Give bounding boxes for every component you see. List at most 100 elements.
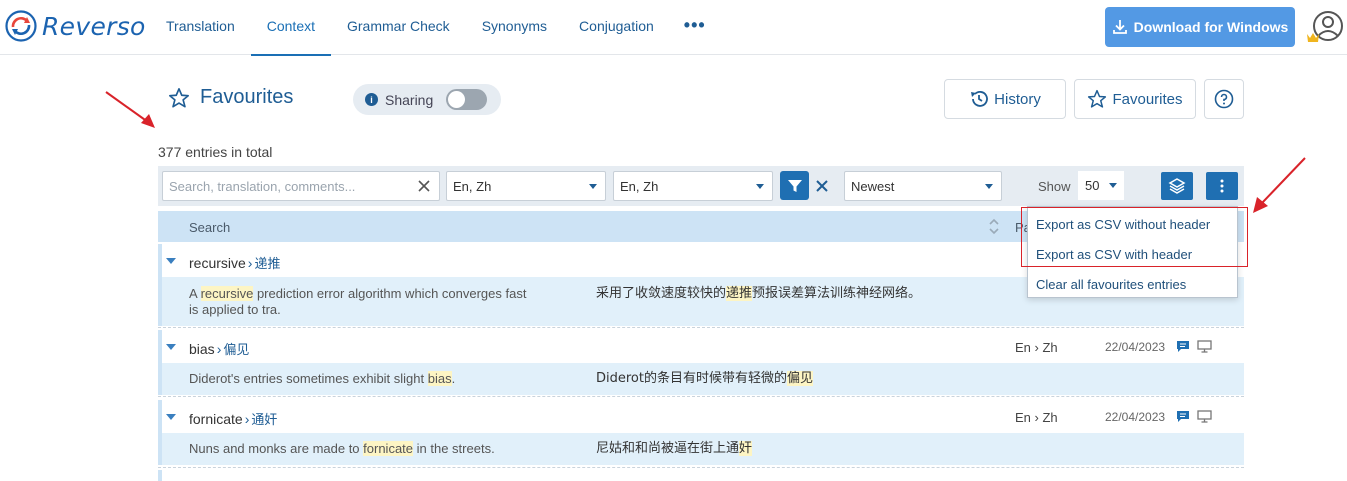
close-icon[interactable] — [816, 180, 828, 192]
download-icon — [1112, 20, 1127, 34]
sort-select-value: Newest — [851, 178, 895, 194]
term-word: recursive — [189, 255, 246, 271]
search-input[interactable]: Search, translation, comments... — [162, 171, 440, 201]
screen-icon — [1197, 410, 1212, 423]
tgt-text: 尼姑和和尚被逼在街上通 — [596, 441, 740, 456]
target-sentence: 采用了收敛速度较快的递推预报误差算法训练神经网络。 — [596, 286, 921, 302]
reverso-logo[interactable]: Reverso — [5, 10, 146, 42]
column-header-search[interactable]: Search — [189, 220, 230, 235]
filter-button[interactable] — [780, 171, 809, 200]
nav-synonyms[interactable]: Synonyms — [466, 0, 563, 55]
tgt-text: 预报误差算法训练神经网络。 — [752, 286, 922, 301]
help-icon — [1214, 89, 1234, 109]
language-select-2-value: En, Zh — [620, 178, 659, 194]
date: 22/04/2023 — [1105, 340, 1166, 354]
source-sentence: A recursive prediction error algorithm w… — [189, 286, 589, 318]
sort-icon[interactable] — [988, 217, 1000, 236]
top-navigation-bar: Reverso Translation Context Grammar Chec… — [0, 0, 1347, 56]
term: bias › 偏见 — [189, 341, 250, 358]
layers-icon — [1168, 178, 1186, 194]
src-text: is applied to tra. — [189, 302, 281, 317]
target-sentence: Diderot的条目有时候带有轻微的偏见 — [596, 371, 813, 387]
table-row: fornicate › 通奸 En › Zh 22/04/2023 Nuns and… — [158, 400, 1244, 465]
filter-bar: Search, translation, comments... En, Zh … — [158, 166, 1244, 206]
favourites-button[interactable]: Favourites — [1074, 79, 1196, 119]
more-menu-button[interactable]: ••• — [670, 0, 720, 55]
language-pair: En › Zh — [1015, 410, 1058, 425]
row-header[interactable]: bias › 偏见 En › Zh 22/04/2023 — [158, 330, 1244, 363]
expand-icon[interactable] — [166, 414, 176, 420]
expand-icon[interactable] — [166, 258, 176, 264]
annotation-arrow-right — [1253, 157, 1306, 213]
row-header[interactable]: fornicate › 通奸 En › Zh 22/04/2023 — [158, 400, 1244, 433]
entries-count: 377 entries in total — [158, 144, 273, 160]
row-divider — [158, 396, 1244, 398]
term: recursive › 递推 — [189, 255, 281, 272]
comment-icon[interactable] — [1176, 340, 1190, 353]
table-row-partial — [158, 470, 1244, 481]
tgt-text: 采用了收敛速度较快的 — [596, 286, 727, 301]
more-vertical-icon — [1220, 179, 1224, 193]
show-count-select[interactable]: 50 — [1078, 171, 1124, 200]
sharing-toggle[interactable] — [446, 89, 488, 110]
menu-clear-all-favourites[interactable]: Clear all favourites entries — [1036, 277, 1186, 292]
chevron-down-icon — [1109, 183, 1117, 188]
more-options-button[interactable] — [1206, 172, 1238, 200]
tgt-highlight: 奸 — [739, 441, 753, 456]
language-pair: En › Zh — [1015, 340, 1058, 355]
layers-button[interactable] — [1161, 172, 1193, 200]
help-button[interactable] — [1204, 79, 1244, 119]
src-highlight: fornicate — [363, 441, 414, 456]
chevron-down-icon — [589, 184, 597, 189]
sharing-toggle-group: i Sharing — [353, 84, 501, 115]
src-highlight: bias — [427, 371, 452, 386]
nav-conjugation[interactable]: Conjugation — [563, 0, 670, 55]
language-select-2[interactable]: En, Zh — [613, 171, 773, 201]
source-sentence: Nuns and monks are made to fornicate in … — [189, 441, 495, 457]
more-options-menu: Export as CSV without header Export as C… — [1027, 206, 1238, 298]
tgt-highlight: 递推 — [726, 286, 753, 301]
table-row: bias › 偏见 En › Zh 22/04/2023 Diderot's ent… — [158, 330, 1244, 395]
menu-export-csv-no-header[interactable]: Export as CSV without header — [1036, 217, 1210, 232]
source-sentence: Diderot's entries sometimes exhibit slig… — [189, 371, 455, 387]
history-icon — [971, 91, 989, 107]
download-for-windows-button[interactable]: Download for Windows — [1105, 7, 1295, 47]
page-title: Favourites — [168, 86, 293, 109]
comment-icon[interactable] — [1176, 410, 1190, 423]
row-divider — [158, 327, 1244, 329]
brand-name: Reverso — [42, 11, 146, 41]
search-placeholder: Search, translation, comments... — [169, 178, 356, 194]
expand-icon[interactable] — [166, 344, 176, 350]
date: 22/04/2023 — [1105, 410, 1166, 424]
language-select-1[interactable]: En, Zh — [446, 171, 606, 201]
main-nav: Translation Context Grammar Check Synony… — [150, 0, 720, 56]
clear-icon[interactable] — [418, 180, 430, 192]
favourites-label: Favourites — [1112, 90, 1183, 108]
row-example: Nuns and monks are made to fornicate in … — [158, 433, 1244, 465]
tgt-highlight: 偏见 — [786, 371, 813, 386]
language-select-1-value: En, Zh — [453, 178, 492, 194]
src-text: prediction error algorithm which converg… — [253, 286, 527, 301]
row-stripe — [158, 470, 162, 481]
row-example: Diderot's entries sometimes exhibit slig… — [158, 363, 1244, 395]
src-text: in the streets. — [413, 441, 495, 456]
page-title-text: Favourites — [200, 86, 294, 108]
row-stripe — [158, 244, 162, 326]
nav-context[interactable]: Context — [250, 0, 332, 56]
star-icon — [169, 87, 189, 108]
download-label: Download for Windows — [1133, 19, 1289, 35]
chevron-down-icon — [985, 184, 993, 189]
src-text: Diderot's entries sometimes exhibit slig… — [189, 371, 428, 386]
term-translation: 偏见 — [223, 343, 250, 358]
history-label: History — [994, 90, 1041, 108]
annotation-arrow-left — [105, 91, 155, 128]
term-word: bias — [189, 341, 215, 357]
nav-translation[interactable]: Translation — [150, 0, 251, 55]
menu-export-csv-with-header[interactable]: Export as CSV with header — [1036, 247, 1192, 262]
user-crown-icon[interactable] — [1306, 9, 1344, 45]
nav-grammar-check[interactable]: Grammar Check — [331, 0, 466, 55]
info-icon: i — [365, 93, 378, 106]
history-button[interactable]: History — [944, 79, 1066, 119]
tgt-text: Diderot的条目有时候带有轻微的 — [596, 371, 787, 386]
sort-select[interactable]: Newest — [844, 171, 1002, 201]
